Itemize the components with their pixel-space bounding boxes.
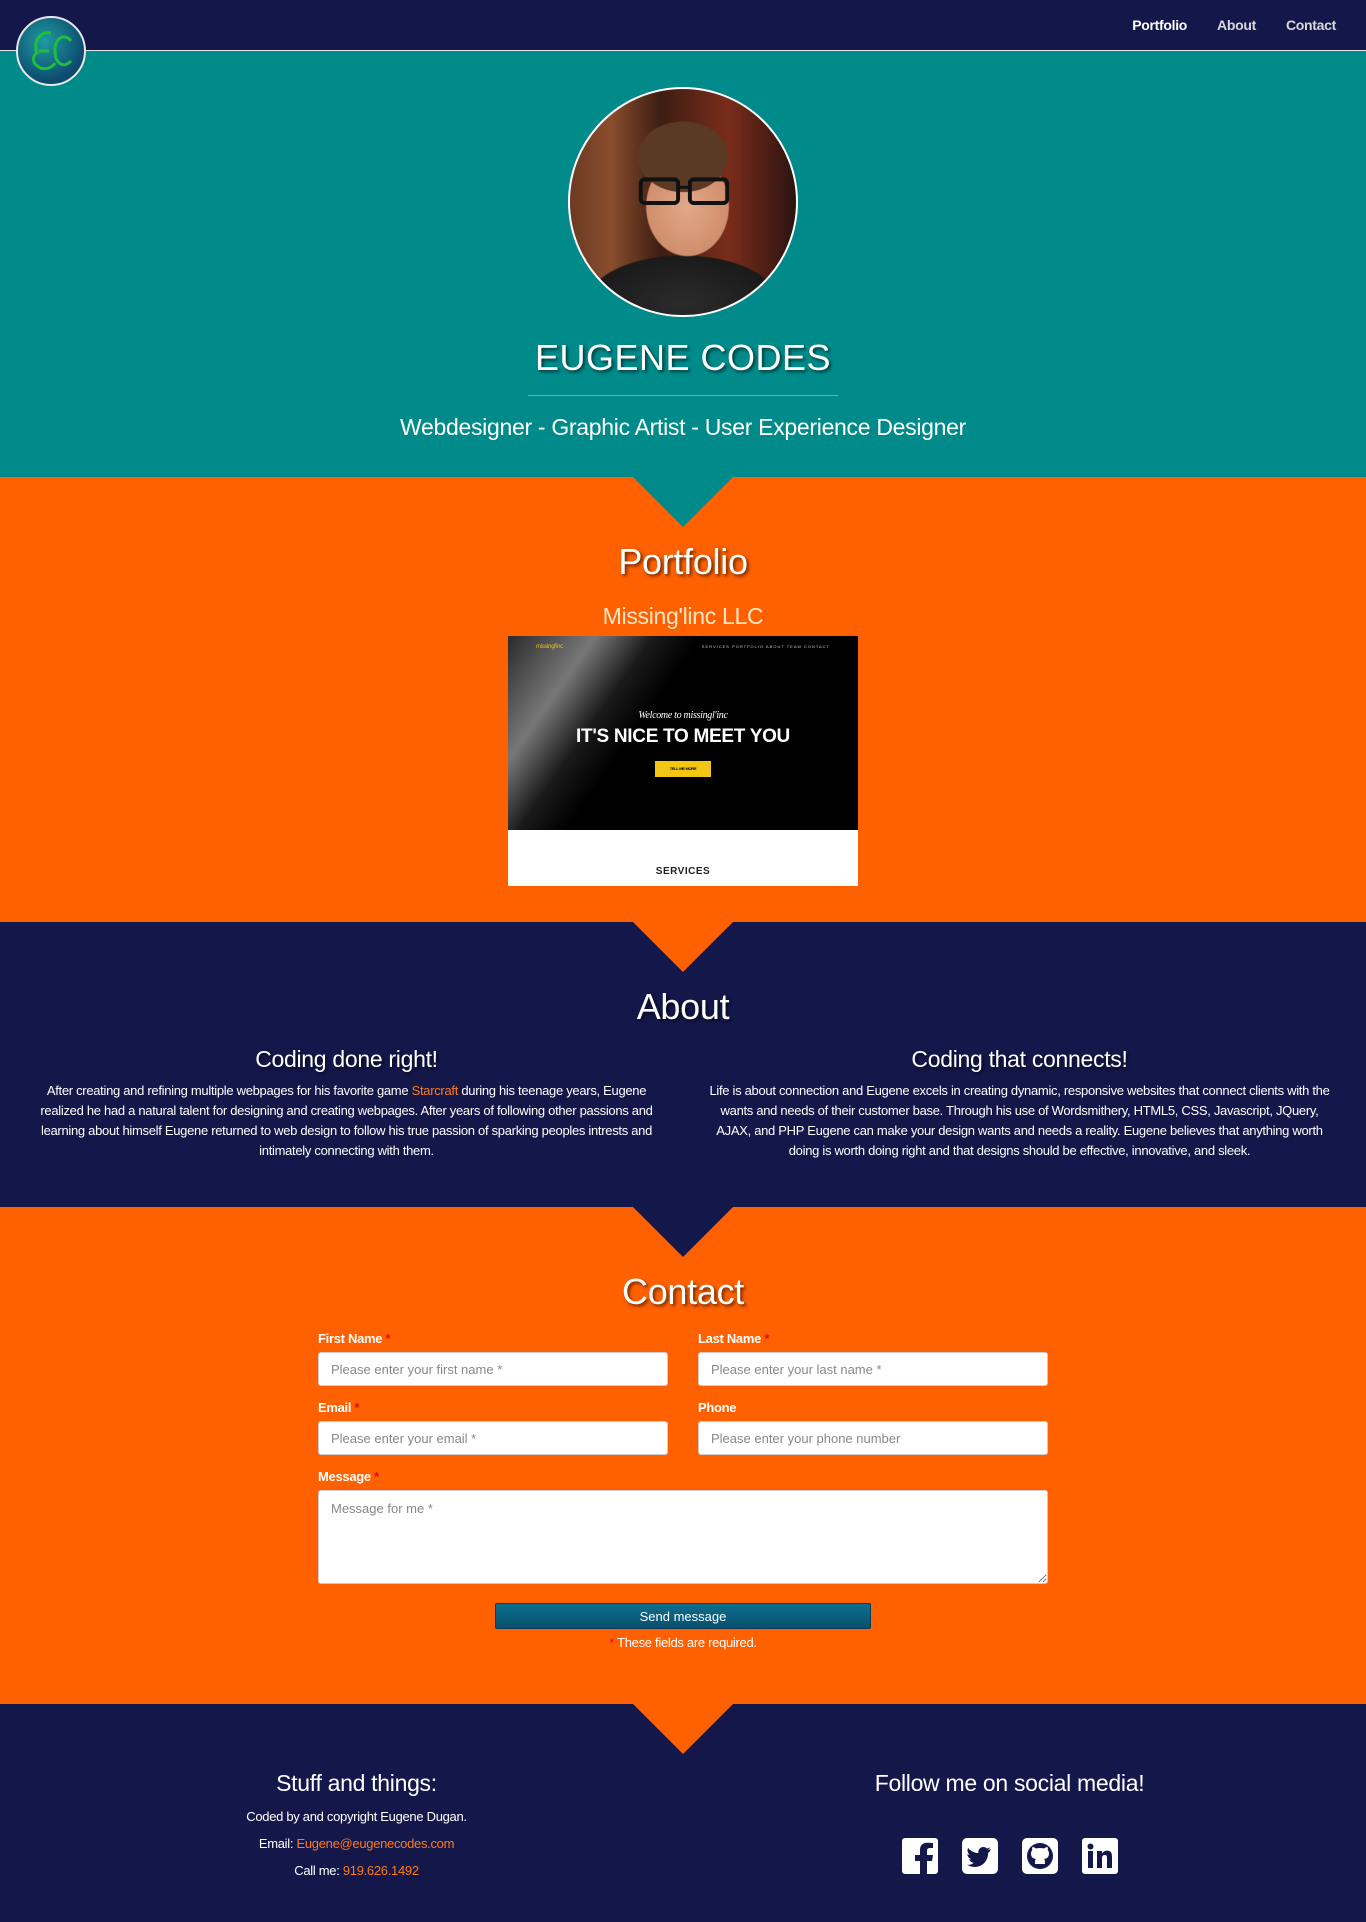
last-name-label: Last Name * bbox=[698, 1331, 1048, 1346]
email-input[interactable] bbox=[318, 1421, 668, 1455]
about-left-text: After creating and refining multiple web… bbox=[30, 1081, 663, 1161]
starcraft-link[interactable]: Starcraft bbox=[412, 1083, 459, 1098]
email-label-text: Email bbox=[318, 1400, 352, 1415]
email-link[interactable]: Eugene@eugenecodes.com bbox=[296, 1836, 454, 1851]
about-column-right: Coding that connects! Life is about conn… bbox=[703, 1046, 1336, 1161]
required-mark: * bbox=[385, 1331, 391, 1346]
first-name-label-text: First Name bbox=[318, 1331, 383, 1346]
required-mark: * bbox=[354, 1400, 360, 1415]
facebook-icon[interactable] bbox=[901, 1837, 939, 1875]
twitter-icon[interactable] bbox=[961, 1837, 999, 1875]
portfolio-title: Portfolio bbox=[618, 541, 748, 582]
about-left-text-1: After creating and refining multiple web… bbox=[46, 1083, 412, 1098]
last-name-input[interactable] bbox=[698, 1352, 1048, 1386]
about-title: About bbox=[636, 986, 730, 1027]
last-name-label-text: Last Name bbox=[698, 1331, 762, 1346]
footer-social: Follow me on social media! bbox=[683, 1770, 1336, 1878]
required-mark: * bbox=[609, 1635, 615, 1650]
first-name-input[interactable] bbox=[318, 1352, 668, 1386]
nav-link-contact[interactable]: Contact bbox=[1286, 17, 1336, 33]
footer-email-label: Email: bbox=[258, 1836, 297, 1851]
about-columns: Coding done right! After creating and re… bbox=[0, 1046, 1366, 1161]
send-message-button[interactable]: Send message bbox=[495, 1603, 871, 1629]
top-nav: Portfolio About Contact bbox=[0, 0, 1366, 86]
site-subtitle: Webdesigner - Graphic Artist - User Expe… bbox=[400, 414, 966, 440]
screenshot-headline: IT'S NICE TO MEET YOU bbox=[576, 726, 790, 747]
phone-input[interactable] bbox=[698, 1421, 1048, 1455]
phone-group: Phone bbox=[698, 1400, 1048, 1455]
screenshot-hero: missingl'inc SERVICES PORTFOLIO ABOUT TE… bbox=[508, 636, 858, 830]
about-right-heading: Coding that connects! bbox=[911, 1046, 1128, 1072]
footer-phone: Call me: 919.626.1492 bbox=[30, 1863, 683, 1878]
last-name-group: Last Name * bbox=[698, 1331, 1048, 1386]
required-mark: * bbox=[374, 1469, 379, 1484]
phone-label: Phone bbox=[698, 1400, 737, 1415]
contact-section: Contact First Name * Last Name * Email *… bbox=[0, 1207, 1366, 1704]
message-label-text: Message bbox=[318, 1469, 371, 1484]
section-arrow bbox=[633, 477, 733, 527]
contact-title: Contact bbox=[622, 1271, 744, 1312]
contact-form: First Name * Last Name * Email * Phone M… bbox=[318, 1331, 1048, 1650]
nav-link-portfolio[interactable]: Portfolio bbox=[1132, 17, 1187, 33]
glasses-icon bbox=[638, 177, 730, 205]
site-title: EUGENE CODES bbox=[534, 337, 832, 378]
portfolio-section: Portfolio Missing'linc LLC missingl'inc … bbox=[0, 477, 1366, 922]
footer-info: Stuff and things: Coded by and copyright… bbox=[30, 1770, 683, 1878]
section-arrow bbox=[633, 1207, 733, 1257]
screenshot-cta: TELL ME MORE bbox=[655, 761, 711, 777]
screenshot-menu: SERVICES PORTFOLIO ABOUT TEAM CONTACT bbox=[701, 644, 830, 649]
footer-email: Email: Eugene@eugenecodes.com bbox=[30, 1836, 683, 1851]
nav-links: Portfolio About Contact bbox=[1132, 0, 1336, 51]
section-arrow bbox=[633, 1704, 733, 1754]
email-group: Email * bbox=[318, 1400, 668, 1455]
message-textarea[interactable] bbox=[318, 1490, 1048, 1584]
footer-phone-label: Call me: bbox=[294, 1863, 343, 1878]
social-links bbox=[683, 1837, 1336, 1875]
footer: Stuff and things: Coded by and copyright… bbox=[0, 1704, 1366, 1922]
nav-link-about[interactable]: About bbox=[1217, 17, 1256, 33]
screenshot-welcome: Welcome to missingl'inc bbox=[638, 710, 728, 721]
logo[interactable] bbox=[16, 16, 86, 86]
project-title: Missing'linc LLC bbox=[602, 603, 764, 629]
project-screenshot[interactable]: missingl'inc SERVICES PORTFOLIO ABOUT TE… bbox=[508, 636, 858, 886]
footer-social-title: Follow me on social media! bbox=[874, 1770, 1145, 1796]
about-right-text: Life is about connection and Eugene exce… bbox=[709, 1083, 1330, 1158]
email-label: Email * bbox=[318, 1400, 668, 1415]
about-column-left: Coding done right! After creating and re… bbox=[30, 1046, 663, 1161]
hero: EUGENE CODES Webdesigner - Graphic Artis… bbox=[0, 51, 1366, 477]
hero-divider bbox=[528, 395, 838, 396]
required-note-text: These fields are required. bbox=[617, 1635, 757, 1650]
linkedin-icon[interactable] bbox=[1081, 1837, 1119, 1875]
screenshot-brand: missingl'inc bbox=[536, 644, 563, 650]
required-note: * These fields are required. bbox=[318, 1635, 1048, 1650]
required-mark: * bbox=[764, 1331, 770, 1346]
first-name-group: First Name * bbox=[318, 1331, 668, 1386]
profile-photo bbox=[568, 87, 798, 317]
message-label: Message * bbox=[318, 1469, 1048, 1484]
screenshot-services-title: SERVICES bbox=[655, 866, 711, 877]
github-icon[interactable] bbox=[1021, 1837, 1059, 1875]
about-left-heading: Coding done right! bbox=[255, 1046, 438, 1072]
copyright-text: Coded by and copyright Eugene Dugan. bbox=[246, 1809, 467, 1824]
phone-link[interactable]: 919.626.1492 bbox=[343, 1863, 419, 1878]
about-section: About Coding done right! After creating … bbox=[0, 922, 1366, 1207]
footer-info-title: Stuff and things: bbox=[276, 1770, 437, 1796]
first-name-label: First Name * bbox=[318, 1331, 668, 1346]
section-arrow bbox=[633, 922, 733, 972]
message-group: Message * bbox=[318, 1469, 1048, 1589]
ec-logo-icon bbox=[32, 31, 73, 71]
screenshot-services: SERVICES bbox=[508, 830, 858, 886]
